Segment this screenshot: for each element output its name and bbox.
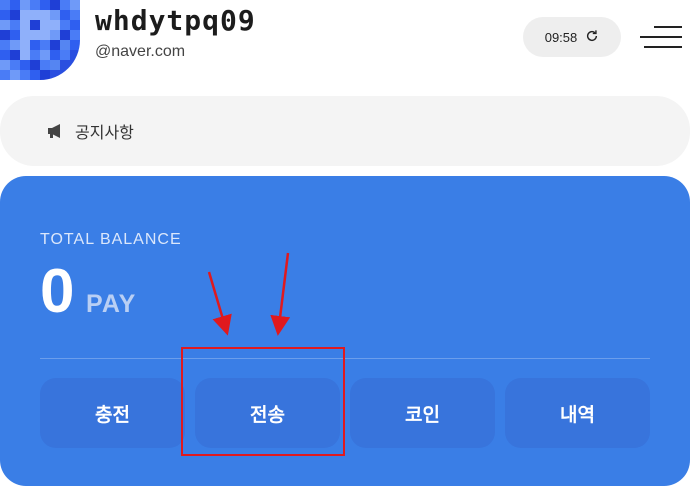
avatar-pixel [60,40,70,50]
avatar-pixel [10,30,20,40]
avatar-pixel [70,40,80,50]
avatar-pixel [10,70,20,80]
coin-button[interactable]: 코인 [350,378,495,448]
balance-amount: 0 [40,257,75,326]
avatar-pixel [50,60,60,70]
avatar-pixel [10,50,20,60]
balance-unit: PAY [86,290,137,318]
avatar-pixel [60,0,70,10]
avatar-pixel [60,60,70,70]
avatar-pixel [50,40,60,50]
avatar-pixel [30,60,40,70]
avatar-pixel [20,30,30,40]
avatar-pixel [50,30,60,40]
balance-card: TOTAL BALANCE 0 PAY 충전 전송 코인 내역 [0,176,690,486]
balance-label: TOTAL BALANCE [40,231,182,248]
avatar-pixel [40,0,50,10]
avatar-pixel [70,10,80,20]
avatar-pixel [0,60,10,70]
hamburger-menu-icon[interactable] [640,20,682,54]
avatar-pixel [70,70,80,80]
avatar-pixel [60,10,70,20]
send-button[interactable]: 전송 [195,378,340,448]
avatar-pixel [30,10,40,20]
avatar-pixel [30,70,40,80]
avatar-pixel [20,10,30,20]
avatar-pixel [40,30,50,40]
username: whdytpq09 [95,4,256,37]
avatar-pixel [10,20,20,30]
time-text: 09:58 [544,29,578,45]
avatar-pixel [0,50,10,60]
avatar-pixel [30,0,40,10]
avatar-pixel [0,40,10,50]
avatar-pixel [30,20,40,30]
avatar-pixel [40,40,50,50]
avatar[interactable] [0,0,80,80]
avatar-pixel [60,30,70,40]
avatar-pixel [70,60,80,70]
avatar-pixel [70,30,80,40]
avatar-pixel [30,30,40,40]
avatar-pixel [10,0,20,10]
email-address: @naver.com [95,43,186,60]
avatar-pixel [30,50,40,60]
avatar-pixel [30,40,40,50]
avatar-pixel [40,70,50,80]
avatar-pixel [50,70,60,80]
avatar-pixel [20,20,30,30]
avatar-pixel [10,60,20,70]
avatar-pixel [50,20,60,30]
avatar-pixel [40,60,50,70]
avatar-pixel [10,40,20,50]
avatar-pixel [60,20,70,30]
avatar-pixel [0,30,10,40]
avatar-pixel [20,50,30,60]
avatar-pixel [0,10,10,20]
avatar-pixel [50,50,60,60]
avatar-pixel [0,70,10,80]
avatar-pixel [20,40,30,50]
avatar-pixel [60,70,70,80]
avatar-pixel [40,20,50,30]
refresh-icon [585,29,599,46]
notice-label: 공지사항 [75,123,134,142]
avatar-pixel [60,50,70,60]
avatar-pixel [70,50,80,60]
avatar-pixel [10,10,20,20]
avatar-pixel [50,0,60,10]
history-button[interactable]: 내역 [505,378,650,448]
avatar-pixel [40,10,50,20]
avatar-pixel [20,0,30,10]
avatar-pixel [50,10,60,20]
avatar-pixel [70,20,80,30]
time-refresh-button[interactable]: 09:58 [523,17,621,57]
charge-button[interactable]: 충전 [40,378,185,448]
avatar-pixel [40,50,50,60]
megaphone-icon [46,122,66,140]
avatar-pixel [20,70,30,80]
avatar-pixel [0,20,10,30]
avatar-pixel [0,0,10,10]
avatar-pixel [20,60,30,70]
notice-banner[interactable]: 공지사항 [0,96,690,166]
divider [40,358,650,359]
avatar-pixel [70,0,80,10]
